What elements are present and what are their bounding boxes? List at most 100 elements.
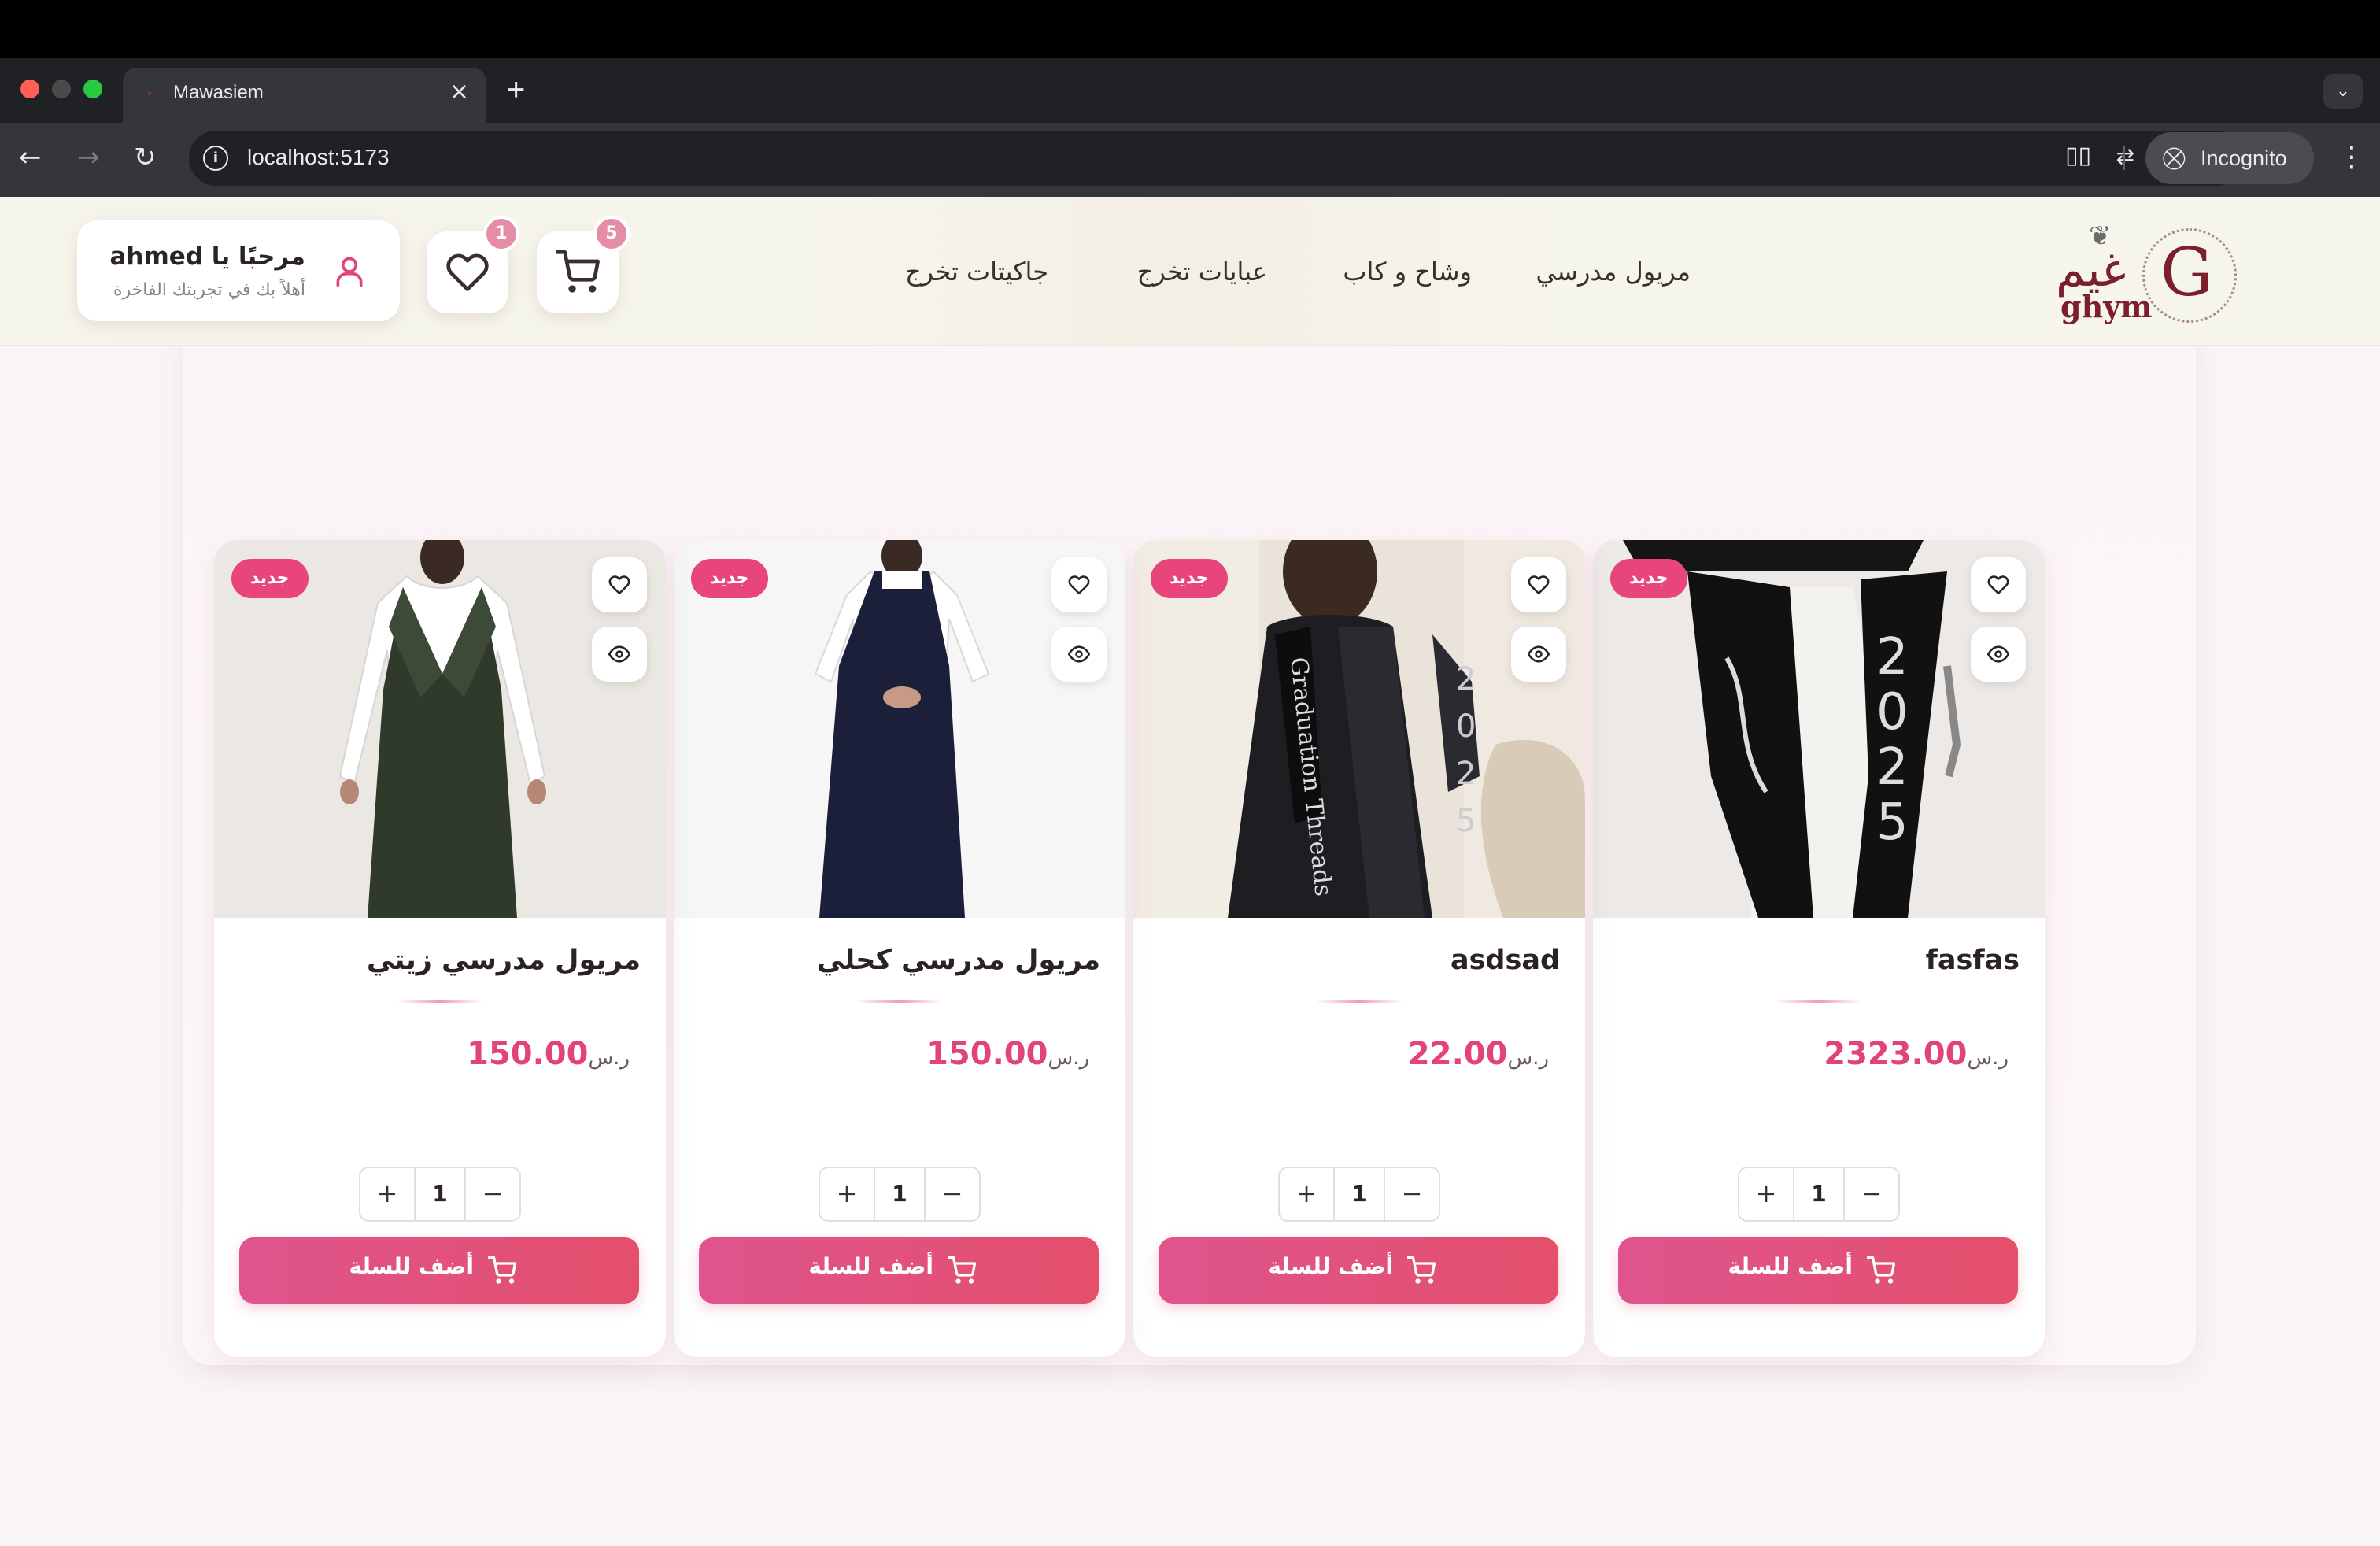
wishlist-button[interactable]: 1 xyxy=(427,216,519,313)
new-badge: جديد xyxy=(1151,559,1228,598)
minimize-window-button[interactable] xyxy=(52,80,71,98)
cart-button[interactable]: 5 xyxy=(537,216,630,313)
product-image[interactable]: Graduation Threads 2 0 2 5 جديد xyxy=(1133,540,1585,918)
add-to-wishlist-button[interactable] xyxy=(1971,557,2026,612)
url-text[interactable]: localhost:5173 xyxy=(247,145,390,170)
cart-icon xyxy=(556,250,600,293)
product-price: ر.س2323.00 xyxy=(1824,1036,2020,1072)
quantity-value[interactable]: 1 xyxy=(1794,1168,1843,1220)
incognito-indicator[interactable]: ⛒ Incognito xyxy=(2145,132,2314,184)
cart-icon xyxy=(488,1256,516,1284)
user-icon xyxy=(336,257,363,287)
svg-text:2: 2 xyxy=(1456,756,1476,792)
quantity-value[interactable]: 1 xyxy=(416,1168,464,1220)
user-greeting-card[interactable]: مرحبًا يا ahmed أهلاً بك في تجربتك الفاخ… xyxy=(77,220,400,321)
svg-text:5: 5 xyxy=(1876,793,1909,852)
quantity-value[interactable]: 1 xyxy=(1335,1168,1384,1220)
reload-icon[interactable]: ↻ xyxy=(134,140,157,175)
cart-icon xyxy=(948,1256,976,1284)
reading-mode-icon[interactable]: ▯▯ xyxy=(2065,142,2091,169)
increase-quantity-button[interactable]: + xyxy=(360,1168,416,1220)
eye-icon xyxy=(1068,645,1090,663)
address-bar[interactable]: i localhost:5173 ⇄ ☆ xyxy=(189,131,2243,186)
new-badge: جديد xyxy=(231,559,309,598)
title-divider xyxy=(397,1000,483,1003)
nav-link-sash-cap[interactable]: وشاح و كاب xyxy=(1343,253,1472,290)
svg-text:0: 0 xyxy=(1456,708,1476,745)
incognito-label: Incognito xyxy=(2201,146,2287,170)
maximize-window-button[interactable] xyxy=(83,80,102,98)
add-to-wishlist-button[interactable] xyxy=(592,557,647,612)
site-logo[interactable]: G ❦ غيم ghym xyxy=(2053,220,2241,323)
add-to-cart-button[interactable]: أضف للسلة xyxy=(1618,1237,2018,1304)
price-value: 150.00 xyxy=(926,1036,1048,1072)
product-image[interactable]: جديد xyxy=(214,540,666,918)
svg-text:2: 2 xyxy=(1456,661,1476,697)
decrease-quantity-button[interactable]: − xyxy=(1384,1168,1439,1220)
decrease-quantity-button[interactable]: − xyxy=(924,1168,979,1220)
title-divider xyxy=(1316,1000,1402,1003)
close-window-button[interactable] xyxy=(20,80,39,98)
quick-view-button[interactable] xyxy=(592,627,647,682)
translate-icon[interactable]: ⇄ xyxy=(2116,143,2134,169)
site-info-icon[interactable]: i xyxy=(203,146,228,171)
product-card[interactable]: جديد مريول مدرسي كحلي ر.س150.00 + 1 − أض… xyxy=(674,540,1125,1357)
title-divider xyxy=(856,1000,943,1003)
product-image[interactable]: جديد xyxy=(674,540,1125,918)
heart-icon xyxy=(446,253,489,291)
add-to-wishlist-button[interactable] xyxy=(1051,557,1107,612)
increase-quantity-button[interactable]: + xyxy=(1280,1168,1335,1220)
title-divider xyxy=(1776,1000,1862,1003)
main-nav: مريول مدرسي وشاح و كاب عبايات تخرج جاكيت… xyxy=(905,253,1691,293)
incognito-icon: ⛒ xyxy=(2163,145,2186,171)
product-price: ر.س150.00 xyxy=(467,1036,641,1072)
os-menu-bar xyxy=(0,0,2380,58)
product-image[interactable]: 2 0 2 5 جديد xyxy=(1593,540,2045,918)
back-arrow-icon[interactable]: ← xyxy=(19,140,42,175)
toolbar-divider xyxy=(2123,146,2125,170)
tab-close-icon[interactable]: × xyxy=(449,79,469,105)
new-badge: جديد xyxy=(1610,559,1687,598)
add-to-cart-button[interactable]: أضف للسلة xyxy=(699,1237,1099,1304)
price-value: 22.00 xyxy=(1407,1036,1508,1072)
add-to-cart-button[interactable]: أضف للسلة xyxy=(1159,1237,1558,1304)
user-greeting: مرحبًا يا ahmed xyxy=(109,242,306,271)
product-title[interactable]: مريول مدرسي كحلي xyxy=(817,945,1100,976)
heart-icon xyxy=(1528,575,1550,595)
new-tab-button[interactable]: + xyxy=(507,72,525,107)
product-card[interactable]: 2 0 2 5 جديد fasfas ر.س2323.00 + 1 − أضف… xyxy=(1593,540,2045,1357)
quantity-stepper: + 1 − xyxy=(359,1167,521,1222)
quick-view-button[interactable] xyxy=(1511,627,1566,682)
eye-icon xyxy=(608,645,630,663)
decrease-quantity-button[interactable]: − xyxy=(464,1168,519,1220)
product-card[interactable]: Graduation Threads 2 0 2 5 جديد asdsad ر… xyxy=(1133,540,1585,1357)
add-to-wishlist-button[interactable] xyxy=(1511,557,1566,612)
cart-icon xyxy=(1407,1256,1436,1284)
product-title[interactable]: مريول مدرسي زيتي xyxy=(367,945,641,976)
svg-text:2: 2 xyxy=(1876,738,1909,797)
product-title[interactable]: asdsad xyxy=(1451,945,1560,976)
increase-quantity-button[interactable]: + xyxy=(1739,1168,1794,1220)
nav-link-graduation-abayas[interactable]: عبايات تخرج xyxy=(1137,253,1267,290)
decrease-quantity-button[interactable]: − xyxy=(1843,1168,1898,1220)
nav-link-school-pinafore[interactable]: مريول مدرسي xyxy=(1536,253,1691,290)
browser-tab[interactable]: • Mawasiem × xyxy=(123,68,486,123)
tab-favicon-icon: • xyxy=(146,88,153,101)
browser-menu-icon[interactable]: ⋮ xyxy=(2338,140,2366,175)
add-to-cart-button[interactable]: أضف للسلة xyxy=(239,1237,639,1304)
price-currency: ر.س xyxy=(1967,1046,2009,1070)
quick-view-button[interactable] xyxy=(1971,627,2026,682)
increase-quantity-button[interactable]: + xyxy=(820,1168,875,1220)
product-title[interactable]: fasfas xyxy=(1926,945,2020,976)
forward-arrow-icon[interactable]: → xyxy=(77,140,100,175)
nav-link-graduation-jackets[interactable]: جاكيتات تخرج xyxy=(905,253,1048,290)
tab-search-button[interactable]: ⌄ xyxy=(2323,74,2363,109)
quick-view-button[interactable] xyxy=(1051,627,1107,682)
user-subtitle: أهلاً بك في تجربتك الفاخرة xyxy=(113,280,305,300)
price-currency: ر.س xyxy=(1507,1046,1549,1070)
product-price: ر.س150.00 xyxy=(926,1036,1100,1072)
add-to-cart-label: أضف للسلة xyxy=(1728,1253,1853,1279)
quantity-value[interactable]: 1 xyxy=(875,1168,924,1220)
quantity-stepper: + 1 − xyxy=(1738,1167,1900,1222)
product-card[interactable]: جديد مريول مدرسي زيتي ر.س150.00 + 1 − أض… xyxy=(214,540,666,1357)
